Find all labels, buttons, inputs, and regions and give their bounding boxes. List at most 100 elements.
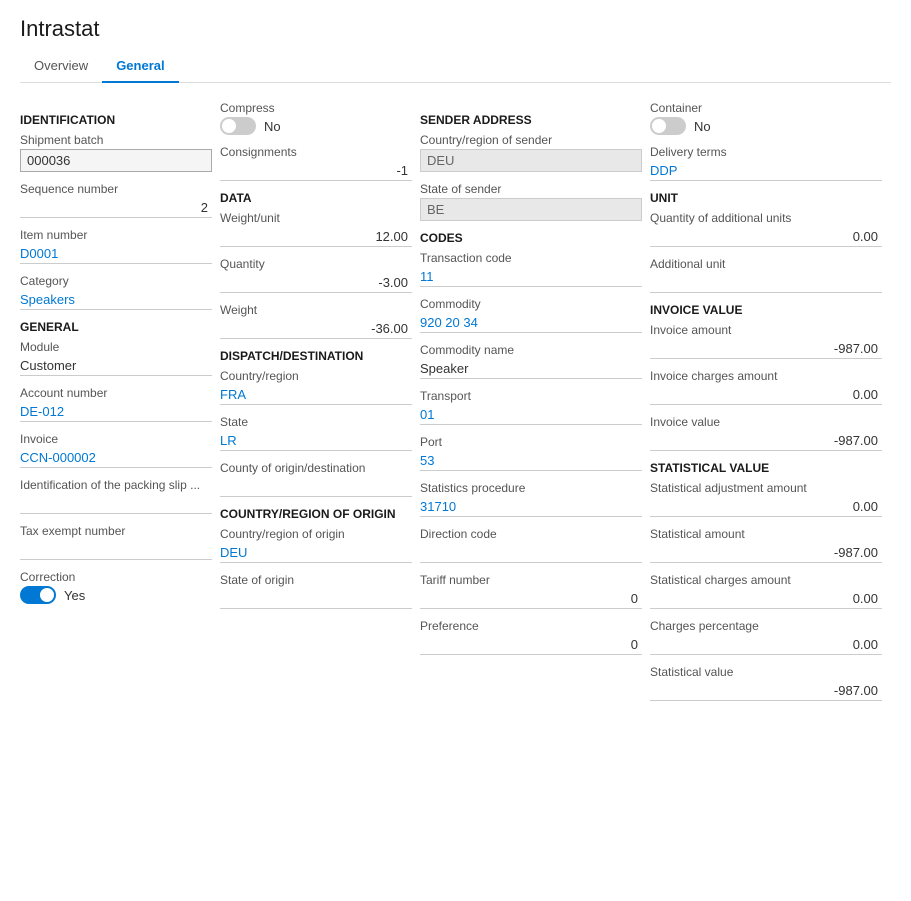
country-sender-label: Country/region of sender bbox=[420, 133, 642, 147]
quantity-label: Quantity bbox=[220, 257, 412, 271]
consignments-field: Consignments -1 bbox=[220, 145, 412, 181]
state-sender-value: BE bbox=[420, 198, 642, 221]
transport-label: Transport bbox=[420, 389, 642, 403]
delivery-terms-value[interactable]: DDP bbox=[650, 161, 882, 181]
commodity-value[interactable]: 920 20 34 bbox=[420, 313, 642, 333]
invoice-field: Invoice CCN-000002 bbox=[20, 432, 212, 468]
module-label: Module bbox=[20, 340, 212, 354]
charges-pct-value: 0.00 bbox=[650, 635, 882, 655]
state-origin-label: State of origin bbox=[220, 573, 412, 587]
country-region-label: Country/region bbox=[220, 369, 412, 383]
county-origin-value bbox=[220, 477, 412, 497]
delivery-terms-label: Delivery terms bbox=[650, 145, 882, 159]
transport-value[interactable]: 01 bbox=[420, 405, 642, 425]
commodity-field: Commodity 920 20 34 bbox=[420, 297, 642, 333]
sender-address-section-title: SENDER ADDRESS bbox=[420, 113, 642, 127]
tab-general[interactable]: General bbox=[102, 52, 178, 83]
container-toggle-label: No bbox=[694, 119, 711, 134]
country-region-origin-field: Country/region of origin DEU bbox=[220, 527, 412, 563]
stat-value-value: -987.00 bbox=[650, 681, 882, 701]
module-field: Module Customer bbox=[20, 340, 212, 376]
country-region-origin-label: Country/region of origin bbox=[220, 527, 412, 541]
invoice-value-label: Invoice value bbox=[650, 415, 882, 429]
delivery-terms-field: Delivery terms DDP bbox=[650, 145, 882, 181]
invoice-value-value: -987.00 bbox=[650, 431, 882, 451]
compress-toggle-row: No bbox=[220, 117, 412, 135]
tab-bar: Overview General bbox=[20, 52, 891, 83]
item-number-value[interactable]: D0001 bbox=[20, 244, 212, 264]
invoice-label: Invoice bbox=[20, 432, 212, 446]
stat-value-label: Statistical value bbox=[650, 665, 882, 679]
consignments-label: Consignments bbox=[220, 145, 412, 159]
correction-label: Correction bbox=[20, 570, 212, 584]
unit-section-title: UNIT bbox=[650, 191, 882, 205]
tax-exempt-value bbox=[20, 540, 212, 560]
sequence-number-value: 2 bbox=[20, 198, 212, 218]
weight-unit-value: 12.00 bbox=[220, 227, 412, 247]
category-label: Category bbox=[20, 274, 212, 288]
dispatch-section-title: DISPATCH/DESTINATION bbox=[220, 349, 412, 363]
additional-unit-label: Additional unit bbox=[650, 257, 882, 271]
transaction-code-label: Transaction code bbox=[420, 251, 642, 265]
transaction-code-value[interactable]: 11 bbox=[420, 267, 642, 287]
port-field: Port 53 bbox=[420, 435, 642, 471]
state-value[interactable]: LR bbox=[220, 431, 412, 451]
invoice-amount-value: -987.00 bbox=[650, 339, 882, 359]
charges-pct-field: Charges percentage 0.00 bbox=[650, 619, 882, 655]
tax-exempt-label: Tax exempt number bbox=[20, 524, 212, 538]
shipment-batch-field: Shipment batch 000036 bbox=[20, 133, 212, 172]
stat-adjustment-value: 0.00 bbox=[650, 497, 882, 517]
packing-slip-label: Identification of the packing slip ... bbox=[20, 478, 212, 492]
compress-toggle[interactable] bbox=[220, 117, 256, 135]
module-value: Customer bbox=[20, 356, 212, 376]
stat-amount-label: Statistical amount bbox=[650, 527, 882, 541]
weight-unit-field: Weight/unit 12.00 bbox=[220, 211, 412, 247]
transaction-code-field: Transaction code 11 bbox=[420, 251, 642, 287]
state-field: State LR bbox=[220, 415, 412, 451]
identification-section-title: IDENTIFICATION bbox=[20, 113, 212, 127]
invoice-amount-label: Invoice amount bbox=[650, 323, 882, 337]
shipment-batch-value[interactable]: 000036 bbox=[20, 149, 212, 172]
packing-slip-field: Identification of the packing slip ... bbox=[20, 478, 212, 514]
account-number-field: Account number DE-012 bbox=[20, 386, 212, 422]
additional-unit-value bbox=[650, 273, 882, 293]
stat-amount-value: -987.00 bbox=[650, 543, 882, 563]
qty-additional-value: 0.00 bbox=[650, 227, 882, 247]
invoice-value-field: Invoice value -987.00 bbox=[650, 415, 882, 451]
invoice-charges-value: 0.00 bbox=[650, 385, 882, 405]
shipment-batch-label: Shipment batch bbox=[20, 133, 212, 147]
invoice-amount-field: Invoice amount -987.00 bbox=[650, 323, 882, 359]
port-value[interactable]: 53 bbox=[420, 451, 642, 471]
statistics-procedure-value[interactable]: 31710 bbox=[420, 497, 642, 517]
direction-code-label: Direction code bbox=[420, 527, 642, 541]
column-data: Compress No Consignments -1 DATA Weight/… bbox=[220, 99, 420, 711]
country-region-origin-value[interactable]: DEU bbox=[220, 543, 412, 563]
invoice-charges-field: Invoice charges amount 0.00 bbox=[650, 369, 882, 405]
sequence-number-label: Sequence number bbox=[20, 182, 212, 196]
state-sender-field: State of sender BE bbox=[420, 182, 642, 221]
correction-toggle[interactable] bbox=[20, 586, 56, 604]
commodity-label: Commodity bbox=[420, 297, 642, 311]
stat-adjustment-field: Statistical adjustment amount 0.00 bbox=[650, 481, 882, 517]
category-value[interactable]: Speakers bbox=[20, 290, 212, 310]
column-sender: SENDER ADDRESS Country/region of sender … bbox=[420, 99, 650, 711]
weight-unit-label: Weight/unit bbox=[220, 211, 412, 225]
statistics-procedure-field: Statistics procedure 31710 bbox=[420, 481, 642, 517]
country-region-value[interactable]: FRA bbox=[220, 385, 412, 405]
preference-label: Preference bbox=[420, 619, 642, 633]
invoice-value[interactable]: CCN-000002 bbox=[20, 448, 212, 468]
container-toggle[interactable] bbox=[650, 117, 686, 135]
commodity-name-field: Commodity name Speaker bbox=[420, 343, 642, 379]
consignments-value: -1 bbox=[220, 161, 412, 181]
quantity-field: Quantity -3.00 bbox=[220, 257, 412, 293]
account-number-value[interactable]: DE-012 bbox=[20, 402, 212, 422]
tariff-number-label: Tariff number bbox=[420, 573, 642, 587]
qty-additional-field: Quantity of additional units 0.00 bbox=[650, 211, 882, 247]
tab-overview[interactable]: Overview bbox=[20, 52, 102, 83]
commodity-name-value: Speaker bbox=[420, 359, 642, 379]
country-sender-field: Country/region of sender DEU bbox=[420, 133, 642, 172]
state-sender-label: State of sender bbox=[420, 182, 642, 196]
county-origin-field: County of origin/destination bbox=[220, 461, 412, 497]
main-content: IDENTIFICATION Shipment batch 000036 Seq… bbox=[20, 99, 891, 711]
direction-code-field: Direction code bbox=[420, 527, 642, 563]
